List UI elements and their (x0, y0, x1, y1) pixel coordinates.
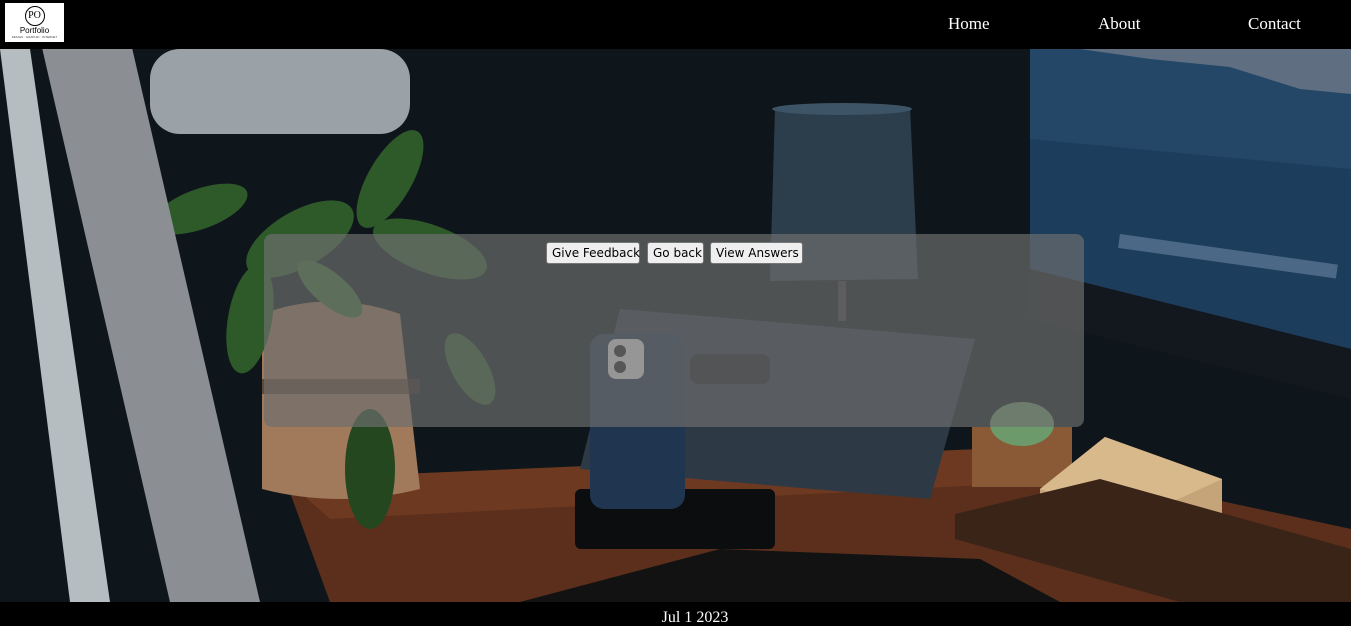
footer-date: Jul 1 2023 (661, 609, 729, 626)
logo-brand: Portfolio (19, 26, 50, 35)
view-answers-button[interactable]: View Answers (710, 242, 803, 264)
nav-contact-link[interactable]: Contact (1248, 14, 1301, 34)
nav-home-link[interactable]: Home (948, 14, 990, 34)
logo-tagline: DESIGN · GRAPHIC · INTERNET (11, 35, 58, 39)
go-back-button[interactable]: Go back (647, 242, 704, 264)
nav-about-link[interactable]: About (1098, 14, 1141, 34)
logo-monogram: PO (24, 6, 45, 26)
footer: Jul 1 2023 (0, 602, 1351, 626)
navbar: PO Portfolio DESIGN · GRAPHIC · INTERNET… (0, 0, 1351, 49)
give-feedback-button[interactable]: Give Feedback (546, 242, 640, 264)
logo[interactable]: PO Portfolio DESIGN · GRAPHIC · INTERNET (5, 3, 64, 42)
